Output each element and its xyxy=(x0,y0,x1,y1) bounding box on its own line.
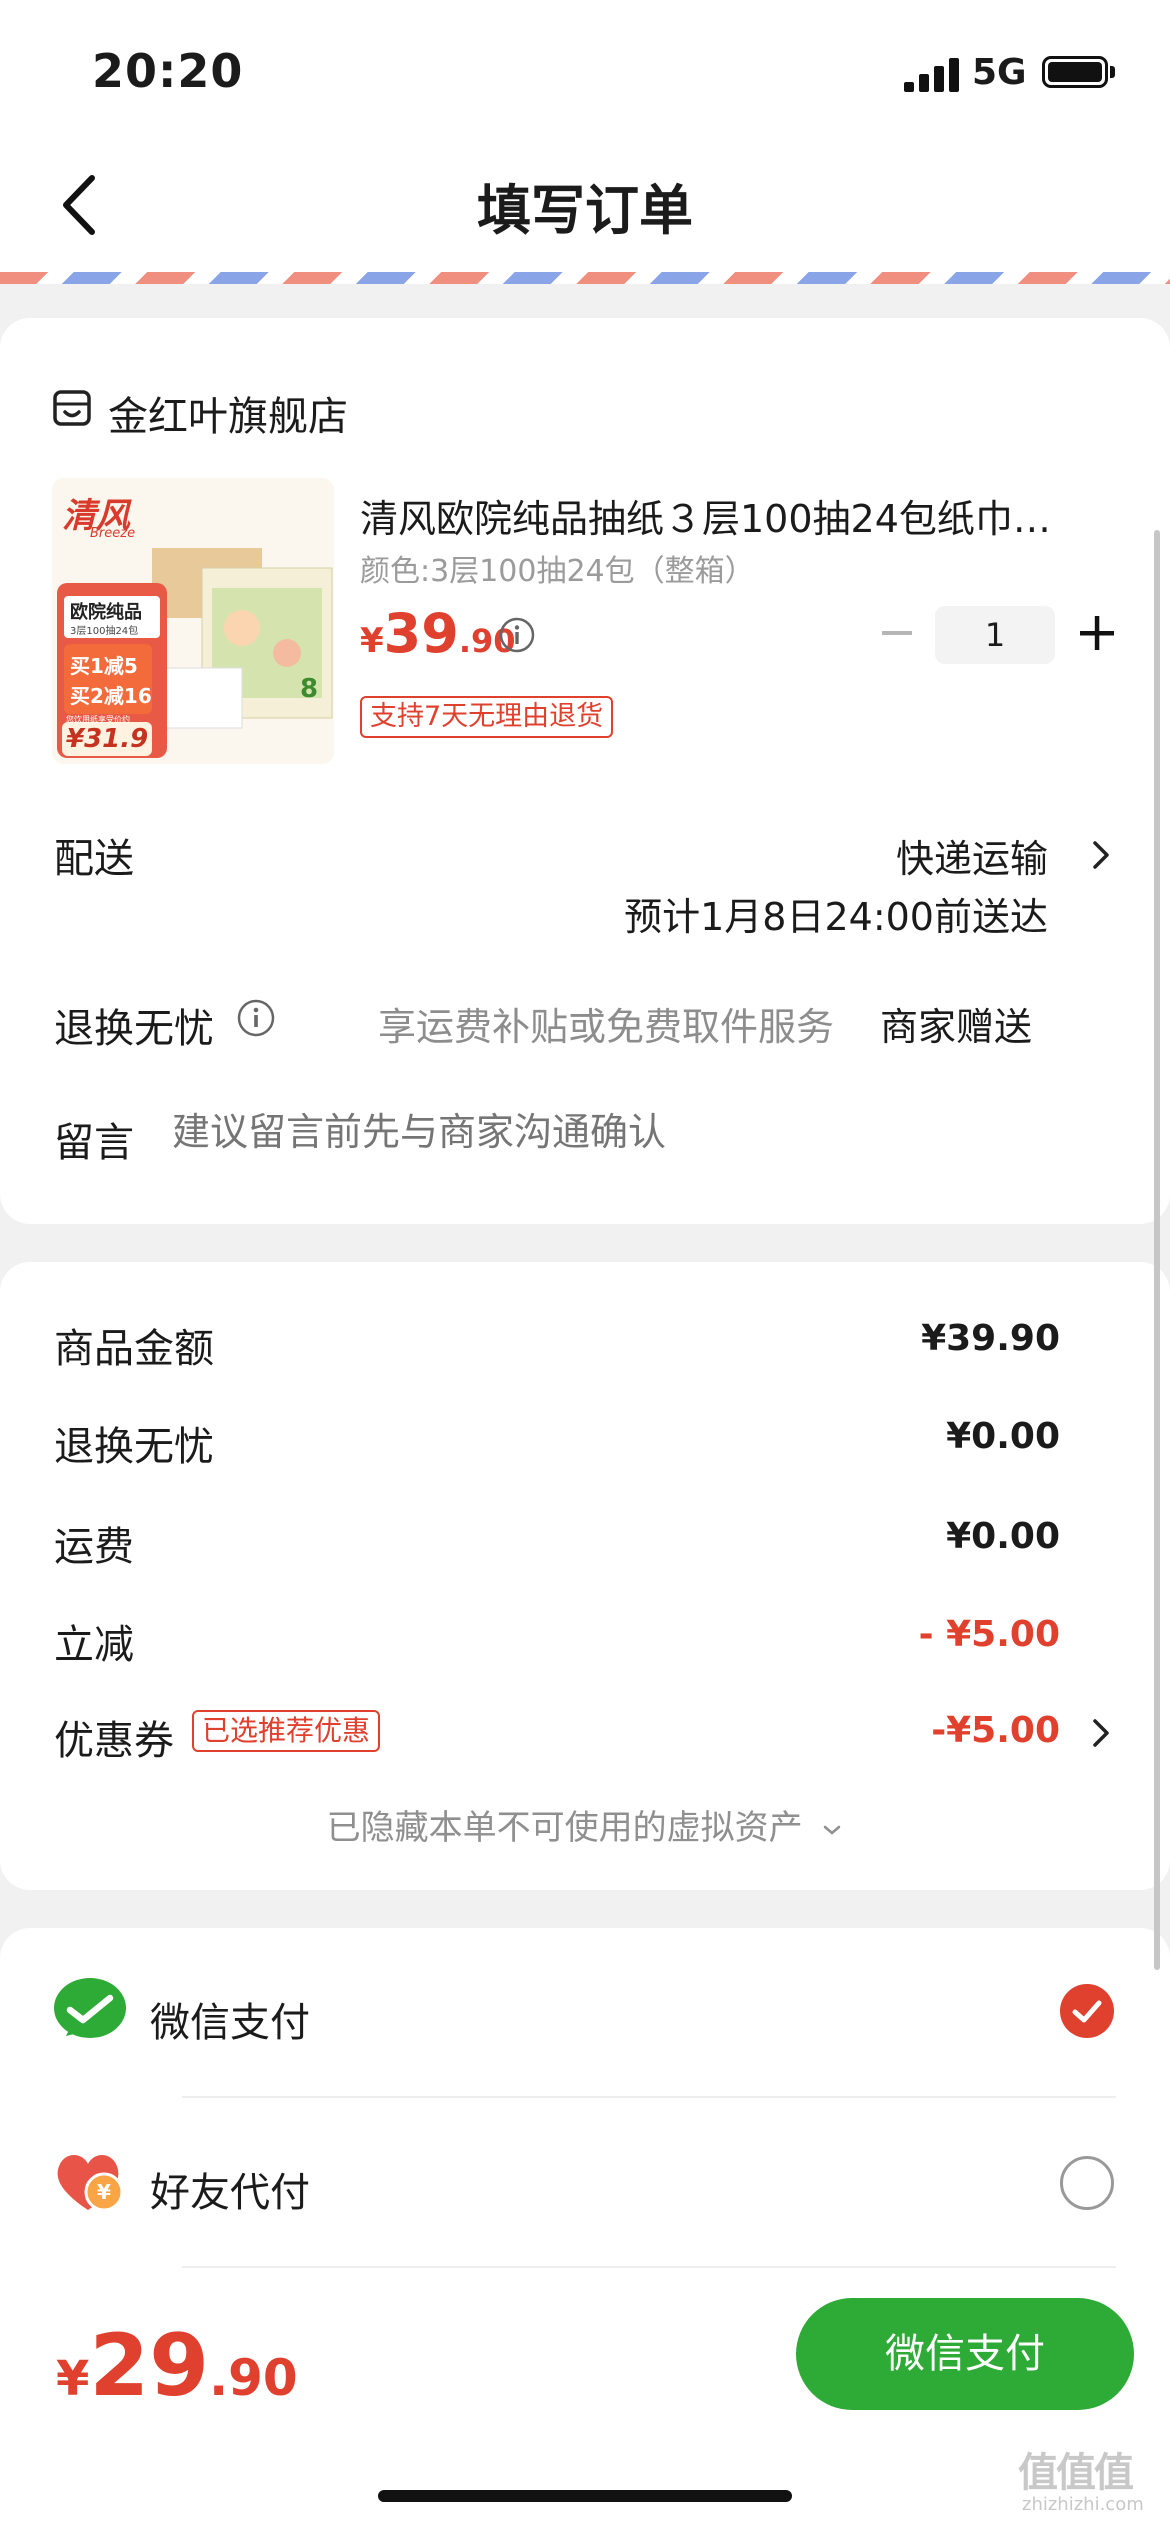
store-icon xyxy=(52,388,92,428)
info-icon[interactable] xyxy=(236,998,276,1038)
shipping-value: ¥0.00 xyxy=(946,1516,1060,1557)
svg-text:¥: ¥ xyxy=(97,2180,111,2204)
shipping-label: 运费 xyxy=(54,1524,134,1570)
store-name[interactable]: 金红叶旗舰店 xyxy=(108,384,348,442)
total-integer: 29 xyxy=(89,2316,210,2416)
wechat-pay-radio-checked[interactable] xyxy=(1060,1984,1114,2038)
worry-free-amount-label: 退换无忧 xyxy=(54,1424,214,1470)
product-image[interactable]: 清风 Breeze 欧院纯品 3层100抽24包 买1减5 买2减16 您饮用纸… xyxy=(52,478,334,764)
product-image-promo1: 买1减5 xyxy=(70,654,138,678)
quantity-input[interactable]: 1 xyxy=(935,606,1055,664)
payment-card xyxy=(0,1928,1170,2328)
chevron-down-icon xyxy=(824,1825,841,1835)
discount-label: 立减 xyxy=(54,1622,134,1668)
wechat-pay-icon xyxy=(52,1976,128,2046)
message-label: 留言 xyxy=(54,1120,134,1166)
worry-free-status: 商家赠送 xyxy=(880,1005,1033,1049)
payment-divider xyxy=(182,2266,1116,2268)
product-image-brand-sub: Breeze xyxy=(90,526,136,541)
coupon-badge: 已选推荐优惠 xyxy=(192,1710,381,1752)
total-price: ¥29.90 xyxy=(56,2316,298,2416)
coupon-label: 优惠券 xyxy=(54,1718,174,1764)
delivery-method[interactable]: 快递运输 xyxy=(896,828,1048,883)
chevron-right-icon[interactable] xyxy=(1090,1716,1112,1750)
product-spec[interactable]: 颜色:3层100抽24包（整箱） xyxy=(360,546,755,590)
wechat-pay-button[interactable]: 微信支付 xyxy=(796,2298,1134,2410)
product-image-promo2: 买2减16 xyxy=(70,684,152,708)
product-price: ¥39.90 xyxy=(360,602,516,665)
watermark-logo: 值值值 xyxy=(1018,2450,1134,2496)
total-currency: ¥ xyxy=(56,2351,90,2407)
coupon-value[interactable]: -¥5.00 xyxy=(931,1710,1060,1751)
battery-cap xyxy=(1110,66,1115,78)
product-image-tag2: 3层100抽24包 xyxy=(70,626,139,637)
hidden-assets-text: 已隐藏本单不可使用的虚拟资产 xyxy=(326,1808,803,1848)
scrollbar[interactable] xyxy=(1154,530,1160,1970)
chevron-right-icon[interactable] xyxy=(1090,838,1112,872)
status-time: 20:20 xyxy=(92,44,244,98)
quantity-decrease-button[interactable] xyxy=(880,618,914,648)
goods-amount-value: ¥39.90 xyxy=(921,1318,1060,1359)
network-label: 5G xyxy=(972,52,1027,93)
product-image-count: 8 xyxy=(300,674,319,704)
friend-pay-icon: ¥ xyxy=(52,2148,128,2218)
product-title[interactable]: 清风欧院纯品抽纸３层100抽24包纸巾… xyxy=(360,488,1090,543)
delivery-eta: 预计1月8日24:00前送达 xyxy=(624,895,1048,939)
airmail-stripe xyxy=(0,272,1170,284)
battery-icon xyxy=(1042,56,1108,88)
product-image-price: ¥31.9 xyxy=(66,724,149,754)
price-currency: ¥ xyxy=(360,621,384,661)
worry-free-desc: 享运费补贴或免费取件服务 xyxy=(378,1005,835,1049)
payment-divider xyxy=(182,2096,1116,2098)
signal-icon xyxy=(904,56,960,92)
info-icon[interactable] xyxy=(498,616,536,654)
worry-free-amount-value: ¥0.00 xyxy=(946,1416,1060,1457)
friend-pay-radio[interactable] xyxy=(1060,2156,1114,2210)
order-card xyxy=(0,318,1170,1224)
page-title: 填写订单 xyxy=(477,179,693,242)
watermark-url: zhizhizhi.com xyxy=(1022,2494,1144,2515)
quantity-increase-button[interactable] xyxy=(1078,614,1116,652)
message-input[interactable] xyxy=(172,1104,1072,1160)
price-integer: 39 xyxy=(383,602,459,665)
delivery-label: 配送 xyxy=(54,836,134,882)
goods-amount-label: 商品金额 xyxy=(54,1326,214,1372)
home-indicator[interactable] xyxy=(378,2490,792,2502)
product-image-tag1: 欧院纯品 xyxy=(70,602,142,623)
friend-pay-label[interactable]: 好友代付 xyxy=(150,2160,310,2218)
return-policy-badge: 支持7天无理由退货 xyxy=(360,696,614,738)
total-decimal: .90 xyxy=(209,2349,298,2407)
wechat-pay-label[interactable]: 微信支付 xyxy=(150,1990,310,2048)
hidden-assets-toggle[interactable]: 已隐藏本单不可使用的虚拟资产 xyxy=(0,1800,1170,1849)
discount-value: - ¥5.00 xyxy=(918,1614,1060,1655)
worry-free-label: 退换无忧 xyxy=(54,1006,214,1052)
